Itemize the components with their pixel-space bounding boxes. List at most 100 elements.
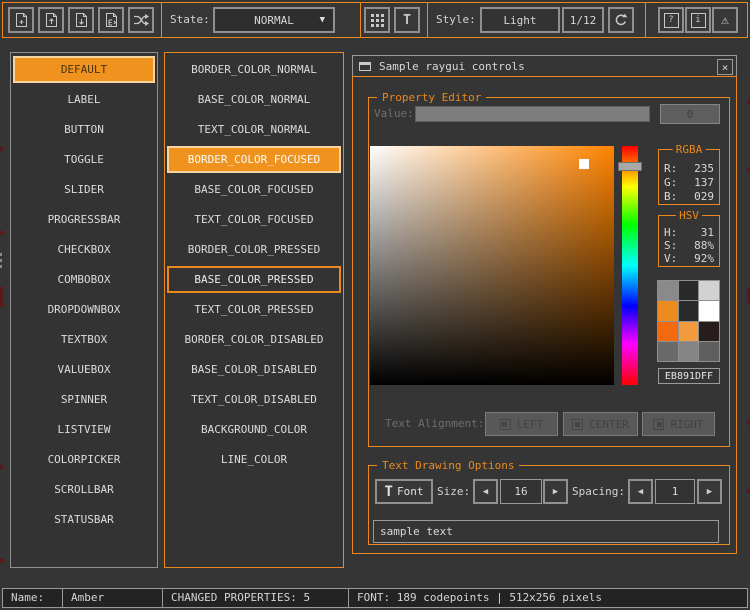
properties-list: BORDER_COLOR_NORMAL BASE_COLOR_NORMAL TEXT…	[164, 52, 344, 568]
text-options-group-label: Text Drawing Options	[377, 459, 519, 472]
property-list-item[interactable]: BASE_COLOR_NORMAL	[167, 86, 341, 113]
property-list-item[interactable]: LINE_COLOR	[167, 446, 341, 473]
style-index-badge: 1/12	[562, 7, 604, 33]
align-left-button[interactable]: LEFT	[485, 412, 558, 436]
toolbar-divider	[161, 3, 162, 37]
property-list-item[interactable]: BORDER_COLOR_FOCUSED	[167, 146, 341, 173]
color-swatch[interactable]	[679, 322, 699, 341]
screen-edge-artifact	[0, 147, 3, 151]
file-export-icon	[105, 12, 118, 28]
controls-list-item[interactable]: SCROLLBAR	[13, 476, 155, 503]
style-name-label-cell: Name:	[2, 588, 63, 608]
reload-style-button[interactable]	[608, 7, 634, 33]
issue-button[interactable]: ⚠	[712, 7, 738, 33]
property-list-item[interactable]: TEXT_COLOR_NORMAL	[167, 116, 341, 143]
rgba-red-row: R:235	[659, 162, 719, 176]
color-swatch[interactable]	[699, 322, 719, 341]
color-swatch[interactable]	[658, 281, 678, 300]
controls-list-item[interactable]: COLORPICKER	[13, 446, 155, 473]
align-center-button[interactable]: CENTER	[563, 412, 638, 436]
color-swatch[interactable]	[658, 342, 678, 361]
property-list-item[interactable]: TEXT_COLOR_FOCUSED	[167, 206, 341, 233]
property-list-item[interactable]: BASE_COLOR_FOCUSED	[167, 176, 341, 203]
spacing-decrease-button[interactable]: ◀	[628, 479, 653, 504]
help-button[interactable]: ?	[658, 7, 684, 33]
align-right-button[interactable]: RIGHT	[642, 412, 715, 436]
color-swatch[interactable]	[679, 301, 699, 320]
color-swatch[interactable]	[679, 342, 699, 361]
window-title: Sample raygui controls	[379, 60, 525, 73]
randomize-style-button[interactable]	[128, 7, 154, 33]
rgba-green-row: G:137	[659, 176, 719, 190]
color-swatch[interactable]	[658, 322, 678, 341]
window-titlebar[interactable]: Sample raygui controls ×	[352, 55, 737, 77]
shuffle-icon	[133, 13, 149, 27]
controls-list-item[interactable]: COMBOBOX	[13, 266, 155, 293]
property-list-item[interactable]: BACKGROUND_COLOR	[167, 416, 341, 443]
color-swatch[interactable]	[658, 301, 678, 320]
spacing-increase-button[interactable]: ▶	[697, 479, 722, 504]
font-button[interactable]: T Font	[375, 479, 433, 504]
color-swatch[interactable]	[699, 301, 719, 320]
value-box[interactable]: 0	[660, 104, 720, 124]
property-list-item[interactable]: BASE_COLOR_PRESSED	[167, 266, 341, 293]
property-editor-group-label: Property Editor	[377, 91, 486, 104]
size-value-box[interactable]: 16	[500, 479, 542, 504]
spacing-value-box[interactable]: 1	[655, 479, 695, 504]
color-swatch[interactable]	[699, 342, 719, 361]
toolbar-divider	[645, 3, 646, 37]
controls-list-item[interactable]: PROGRESSBAR	[13, 206, 155, 233]
controls-list-item[interactable]: LISTVIEW	[13, 416, 155, 443]
file-export-button[interactable]	[98, 7, 124, 33]
color-swatch[interactable]	[679, 281, 699, 300]
hex-value-box[interactable]: EB891DFF	[658, 368, 720, 384]
color-picker-cursor[interactable]	[579, 159, 589, 169]
size-label: Size:	[437, 485, 470, 498]
value-slider[interactable]	[415, 106, 650, 122]
state-dropdown[interactable]: NORMAL ▼	[213, 7, 335, 33]
size-increase-button[interactable]: ▶	[543, 479, 568, 504]
controls-list-item[interactable]: BUTTON	[13, 116, 155, 143]
controls-list-item[interactable]: STATUSBAR	[13, 506, 155, 533]
property-list-item[interactable]: TEXT_COLOR_DISABLED	[167, 386, 341, 413]
property-list-item[interactable]: BORDER_COLOR_DISABLED	[167, 326, 341, 353]
color-picker-panel[interactable]	[370, 146, 614, 385]
style-name-button[interactable]: Light	[480, 7, 560, 33]
file-new-button[interactable]	[8, 7, 34, 33]
controls-list-item[interactable]: DROPDOWNBOX	[13, 296, 155, 323]
style-name-input[interactable]: Amber	[62, 588, 163, 608]
left-arrow-icon: ◀	[483, 487, 488, 497]
hue-bar[interactable]	[622, 146, 638, 385]
screen-edge-artifact	[0, 265, 2, 268]
info-button[interactable]: i	[685, 7, 711, 33]
font-info-cell: FONT: 189 codepoints | 512x256 pixels	[348, 588, 748, 608]
controls-list-item[interactable]: TOGGLE	[13, 146, 155, 173]
right-arrow-icon: ▶	[707, 487, 712, 497]
file-new-icon	[15, 12, 28, 28]
controls-list-item[interactable]: SLIDER	[13, 176, 155, 203]
sample-controls-window: Sample raygui controls × Property Editor…	[352, 55, 737, 554]
property-list-item[interactable]: BORDER_COLOR_PRESSED	[167, 236, 341, 263]
hsv-group: HSV H:31 S:88% V:92%	[658, 215, 720, 267]
property-list-item[interactable]: BASE_COLOR_DISABLED	[167, 356, 341, 383]
edit-mode-button[interactable]	[364, 7, 390, 33]
size-decrease-button[interactable]: ◀	[473, 479, 498, 504]
property-list-item[interactable]: TEXT_COLOR_PRESSED	[167, 296, 341, 323]
controls-list-item[interactable]: SPINNER	[13, 386, 155, 413]
controls-list-item[interactable]: CHECKBOX	[13, 236, 155, 263]
sample-text-input[interactable]: sample text	[373, 520, 719, 543]
controls-list-item[interactable]: DEFAULT	[13, 56, 155, 83]
controls-list-item[interactable]: VALUEBOX	[13, 356, 155, 383]
chevron-down-icon: ▼	[320, 15, 325, 25]
color-swatch[interactable]	[699, 281, 719, 300]
toolbar: State: NORMAL ▼ T Style: Light 1/12 ? i …	[2, 2, 748, 38]
controls-list-item[interactable]: LABEL	[13, 86, 155, 113]
hsv-sat-row: S:88%	[659, 239, 719, 252]
hue-slider-handle[interactable]	[618, 162, 642, 171]
property-list-item[interactable]: BORDER_COLOR_NORMAL	[167, 56, 341, 83]
text-mode-button[interactable]: T	[394, 7, 420, 33]
file-save-button[interactable]	[68, 7, 94, 33]
file-open-button[interactable]	[38, 7, 64, 33]
close-button[interactable]: ×	[717, 59, 733, 75]
controls-list-item[interactable]: TEXTBOX	[13, 326, 155, 353]
